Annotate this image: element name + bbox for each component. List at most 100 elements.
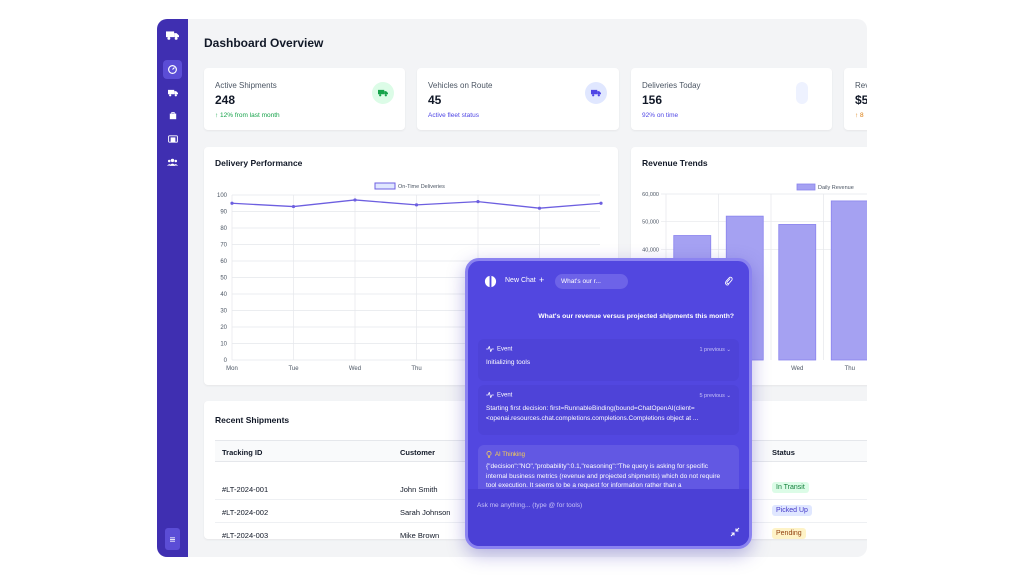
legend-label: Daily Revenue (818, 185, 854, 191)
tracking-id: #LT-2024-001 (222, 485, 269, 494)
stat-card-vehicles-on-route: Vehicles on Route 45 Active fleet status (417, 68, 619, 130)
bar (830, 200, 867, 361)
paperclip-icon[interactable] (724, 276, 733, 286)
y-tick-label: 10 (220, 342, 227, 348)
event-label: Event (497, 346, 513, 353)
y-tick-label: 100 (217, 193, 228, 199)
new-chat-button[interactable]: New Chat (505, 277, 536, 284)
activity-icon (486, 391, 494, 399)
sidebar-item-warehouse[interactable] (163, 129, 182, 148)
truck-icon (585, 82, 607, 104)
stat-card-deliveries-today: Deliveries Today 156 92% on time (631, 68, 832, 130)
activity-icon (486, 345, 494, 353)
plus-icon[interactable]: + (539, 275, 544, 285)
previous-count: 5 previous (699, 393, 725, 399)
warehouse-icon (167, 134, 178, 143)
y-tick-label: 60 (220, 259, 227, 265)
column-header[interactable]: Tracking ID (222, 448, 262, 457)
x-tick-label: Mon (226, 366, 238, 372)
stat-note: Active fleet status (428, 112, 479, 119)
assistant-logo-icon (484, 275, 497, 288)
status-badge: In Transit (772, 482, 809, 493)
y-tick-label: 50,000 (642, 220, 659, 226)
stat-label: Deliveries Today (642, 81, 701, 90)
chat-history-tab[interactable]: What's our r... (555, 274, 628, 289)
customer-name: John Smith (400, 485, 438, 494)
event-card[interactable]: Event 5 previous ⌄ Starting first decisi… (478, 385, 739, 435)
lightbulb-icon (486, 451, 492, 458)
menu-icon (170, 536, 175, 542)
thinking-label: AI Thinking (495, 452, 525, 459)
users-icon (167, 158, 178, 166)
truck-icon (167, 89, 178, 96)
y-tick-label: 30 (220, 309, 227, 315)
stat-card-active-shipments: Active Shipments 248 ↑ 12% from last mon… (204, 68, 405, 130)
user-message: What's our revenue versus projected ship… (538, 313, 734, 320)
ai-thinking-card[interactable]: AI Thinking {"decision":"NO","probabilit… (478, 445, 739, 495)
previous-events-toggle[interactable]: 5 previous ⌄ (699, 393, 731, 399)
y-tick-label: 0 (224, 358, 228, 364)
x-tick-label: Wed (791, 366, 803, 372)
y-tick-label: 60,000 (642, 192, 659, 198)
column-header[interactable]: Status (772, 448, 795, 457)
truck-icon (372, 82, 394, 104)
y-tick-label: 40,000 (642, 247, 659, 253)
stat-value: 156 (642, 93, 663, 107)
sidebar-toggle-button[interactable] (165, 528, 180, 550)
status-badge: Picked Up (772, 505, 812, 516)
event-body: Starting first decision: first=RunnableB… (486, 405, 699, 422)
status-badge: Pending (772, 528, 806, 539)
previous-events-toggle[interactable]: 1 previous ⌄ (699, 347, 731, 353)
bar (778, 224, 817, 361)
stat-label: Active Shipments (215, 81, 277, 90)
thinking-header: AI Thinking (486, 451, 525, 458)
sidebar-item-inventory[interactable] (163, 106, 182, 125)
x-tick-label: Thu (411, 366, 421, 372)
stat-label: Vehicles on Route (428, 81, 493, 90)
y-tick-label: 90 (220, 210, 227, 216)
previous-count: 1 previous (699, 347, 725, 353)
truck-icon[interactable] (162, 25, 183, 46)
chat-input[interactable]: Ask me anything... (type @ for tools) (477, 502, 582, 509)
dashboard-icon (168, 65, 177, 74)
y-tick-label: 70 (220, 243, 227, 249)
event-card[interactable]: Event 1 previous ⌄ Initializing tools (478, 339, 739, 381)
stat-note: 92% on time (642, 112, 679, 119)
event-header: Event (486, 391, 513, 399)
data-point (599, 201, 603, 205)
chat-panel: New Chat + What's our r... What's our re… (465, 258, 752, 549)
customer-name: Mike Brown (400, 531, 440, 540)
sidebar (157, 19, 188, 557)
y-tick-label: 50 (220, 276, 227, 282)
customer-name: Sarah Johnson (400, 508, 451, 517)
x-tick-label: Thu (845, 366, 855, 372)
data-point (537, 206, 542, 210)
y-tick-label: 20 (220, 325, 227, 331)
sidebar-item-shipments[interactable] (163, 83, 182, 102)
legend-swatch (374, 182, 396, 190)
x-tick-label: Wed (349, 366, 361, 372)
legend-label: On-Time Deliveries (398, 184, 445, 190)
chat-input-area[interactable]: Ask me anything... (type @ for tools) (468, 489, 749, 546)
y-tick-label: 40 (220, 292, 227, 298)
event-body: Initializing tools (486, 359, 531, 366)
stat-card-revenue: Rev $5 ↑ 8 (844, 68, 867, 130)
stat-value: 45 (428, 93, 442, 107)
chat-tab-label: What's our r... (561, 278, 601, 285)
y-tick-label: 80 (220, 226, 227, 232)
column-header[interactable]: Customer (400, 448, 435, 457)
data-point (414, 203, 419, 207)
thinking-body: {"decision":"NO","probability":0.1,"reas… (486, 463, 721, 489)
event-label: Event (497, 392, 513, 399)
page-title: Dashboard Overview (204, 36, 324, 50)
sidebar-item-dashboard[interactable] (163, 60, 182, 79)
legend-swatch (796, 183, 816, 191)
stat-value: 248 (215, 93, 236, 107)
sidebar-item-customers[interactable] (163, 152, 182, 171)
data-point (476, 200, 480, 204)
card-title: Recent Shipments (215, 415, 290, 425)
event-header: Event (486, 345, 513, 353)
x-tick-label: Tue (288, 366, 299, 372)
stat-label: Rev (855, 81, 867, 90)
collapse-icon[interactable] (730, 527, 740, 537)
